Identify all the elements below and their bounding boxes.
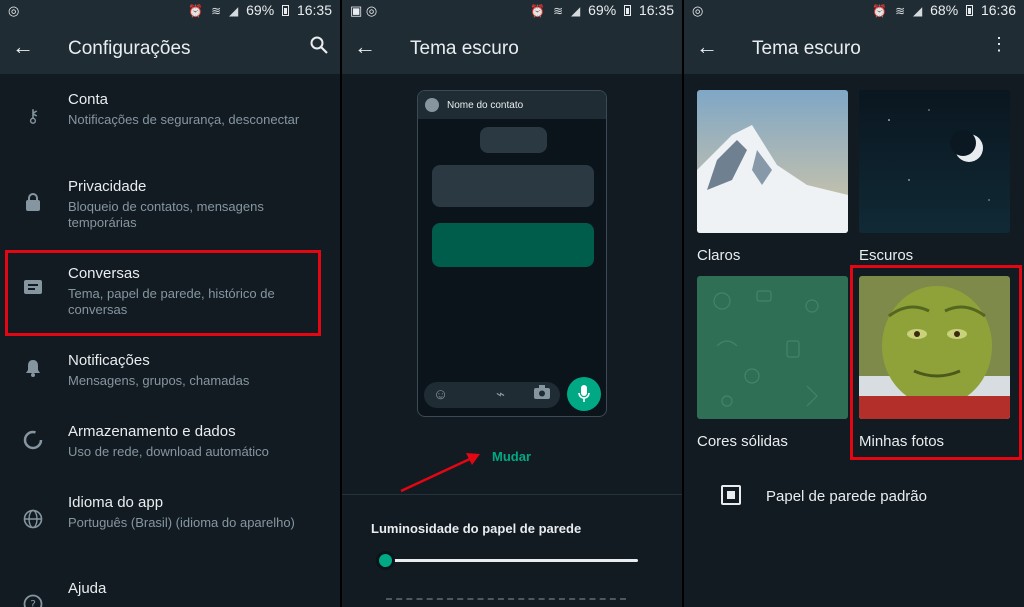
- wifi-icon: ≋: [895, 4, 906, 18]
- data-usage-icon: [22, 430, 44, 455]
- signal-icon: ◢: [229, 4, 239, 18]
- search-icon[interactable]: [310, 36, 328, 59]
- app-bar: ← Tema escuro: [342, 22, 682, 74]
- category-label: Cores sólidas: [697, 433, 788, 450]
- wallpaper-dark-tile[interactable]: [859, 90, 1010, 233]
- lock-icon: [22, 193, 44, 216]
- gallery-whatsapp-icon: ▣ ◎: [350, 3, 378, 18]
- settings-item-subtitle: Mensagens, grupos, chamadas: [68, 373, 250, 388]
- wallpaper-preview: Nome do contato ☺ ⌁: [417, 90, 607, 417]
- app-bar: ← Tema escuro ⋮: [684, 22, 1024, 74]
- brightness-label: Luminosidade do papel de parede: [371, 521, 582, 536]
- wallpaper-solid-colors-tile[interactable]: [697, 276, 848, 419]
- brightness-slider-thumb[interactable]: [376, 551, 395, 570]
- page-title: Configurações: [68, 38, 191, 59]
- settings-screen: ◎ ⏰ ≋ ◢ 69% 16:35 ← Configurações ⚷ Cont…: [0, 0, 340, 607]
- back-arrow-icon[interactable]: ←: [696, 34, 718, 60]
- wallpaper-light-tile[interactable]: [697, 90, 848, 233]
- emoji-icon: ☺: [433, 386, 449, 403]
- category-label: Escuros: [859, 247, 914, 264]
- battery-percent: 69%: [588, 2, 617, 18]
- settings-item-title: Armazenamento e dados: [68, 423, 236, 440]
- back-arrow-icon[interactable]: ←: [354, 34, 376, 60]
- preview-incoming-bubble: [432, 165, 594, 207]
- globe-icon: [22, 509, 44, 534]
- divider: [342, 494, 682, 495]
- default-wallpaper-button[interactable]: Papel de parede padrão: [766, 488, 927, 505]
- signal-icon: ◢: [913, 4, 923, 18]
- wifi-icon: ≋: [553, 4, 564, 18]
- category-label: Claros: [697, 247, 741, 264]
- more-options-icon[interactable]: ⋮: [990, 34, 1008, 55]
- clock: 16:35: [638, 2, 674, 18]
- settings-item-title: Idioma do app: [68, 494, 164, 511]
- cut-off-text: [386, 598, 626, 607]
- alarm-icon: ⏰: [872, 4, 888, 18]
- preview-outgoing-bubble: [432, 223, 594, 267]
- wifi-icon: ≋: [211, 4, 222, 18]
- settings-item-storage[interactable]: Armazenamento e dados Uso de rede, downl…: [0, 420, 340, 470]
- wallpaper-categories-screen: ◎ ⏰ ≋ ◢ 68% 16:36 ← Tema escuro ⋮ Claros: [684, 0, 1024, 607]
- settings-item-subtitle: Bloqueio de contatos, mensagens temporár…: [68, 199, 264, 230]
- settings-item-title: Ajuda: [68, 580, 107, 597]
- settings-item-subtitle: Português (Brasil) (idioma do aparelho): [68, 515, 295, 530]
- battery-icon: [624, 5, 632, 16]
- settings-item-notifications[interactable]: Notificações Mensagens, grupos, chamadas: [0, 349, 340, 399]
- preview-contact-name: Nome do contato: [447, 100, 524, 111]
- back-arrow-icon[interactable]: ←: [12, 34, 34, 60]
- status-bar: ◎ ⏰ ≋ ◢ 69% 16:35: [0, 0, 340, 22]
- preview-date-bubble: [480, 127, 547, 153]
- arrow-annotation: [400, 453, 480, 493]
- status-bar: ▣ ◎ ⏰ ≋ ◢ 69% 16:35: [342, 0, 682, 22]
- contact-avatar-icon: [425, 98, 439, 112]
- settings-item-language[interactable]: Idioma do app Português (Brasil) (idioma…: [0, 491, 340, 561]
- bell-icon: [22, 359, 44, 382]
- battery-icon: [282, 5, 290, 16]
- highlight-box: [5, 250, 321, 336]
- clock: 16:35: [296, 2, 332, 18]
- app-bar: ← Configurações: [0, 22, 340, 74]
- settings-item-subtitle: Notificações de segurança, desconectar: [68, 112, 300, 127]
- alarm-icon: ⏰: [188, 4, 204, 18]
- settings-item-title: Notificações: [68, 352, 150, 369]
- battery-icon: [966, 5, 974, 16]
- battery-percent: 69%: [246, 2, 275, 18]
- alarm-icon: ⏰: [530, 4, 546, 18]
- settings-item-title: Privacidade: [68, 178, 147, 195]
- status-bar: ◎ ⏰ ≋ ◢ 68% 16:36: [684, 0, 1024, 22]
- help-icon: ?: [22, 594, 44, 607]
- dark-theme-preview-screen: ▣ ◎ ⏰ ≋ ◢ 69% 16:35 ← Tema escuro Nome d…: [342, 0, 682, 607]
- brightness-slider-track[interactable]: [386, 559, 638, 562]
- attach-icon: ⌁: [496, 386, 506, 403]
- highlight-box: [850, 265, 1022, 460]
- whatsapp-icon: ◎: [8, 3, 20, 18]
- preview-input-bar: ☺ ⌁: [424, 382, 560, 408]
- page-title: Tema escuro: [752, 38, 861, 59]
- signal-icon: ◢: [571, 4, 581, 18]
- camera-icon: [534, 385, 550, 403]
- svg-text:?: ?: [30, 598, 36, 607]
- settings-item-title: Conta: [68, 91, 109, 108]
- settings-item-account[interactable]: ⚷ Conta Notificações de segurança, desco…: [0, 88, 340, 158]
- wallpaper-icon: [721, 485, 741, 505]
- battery-percent: 68%: [930, 2, 959, 18]
- mic-icon: [567, 377, 601, 411]
- change-wallpaper-button[interactable]: Mudar: [492, 449, 531, 464]
- settings-item-help[interactable]: ? Ajuda: [0, 578, 340, 607]
- preview-header: Nome do contato: [418, 91, 606, 119]
- clock: 16:36: [980, 2, 1016, 18]
- page-title: Tema escuro: [410, 38, 519, 59]
- settings-item-subtitle: Uso de rede, download automático: [68, 444, 269, 459]
- whatsapp-icon: ◎: [692, 3, 704, 18]
- settings-item-privacy[interactable]: Privacidade Bloqueio de contatos, mensag…: [0, 175, 340, 245]
- key-icon: ⚷: [26, 106, 40, 126]
